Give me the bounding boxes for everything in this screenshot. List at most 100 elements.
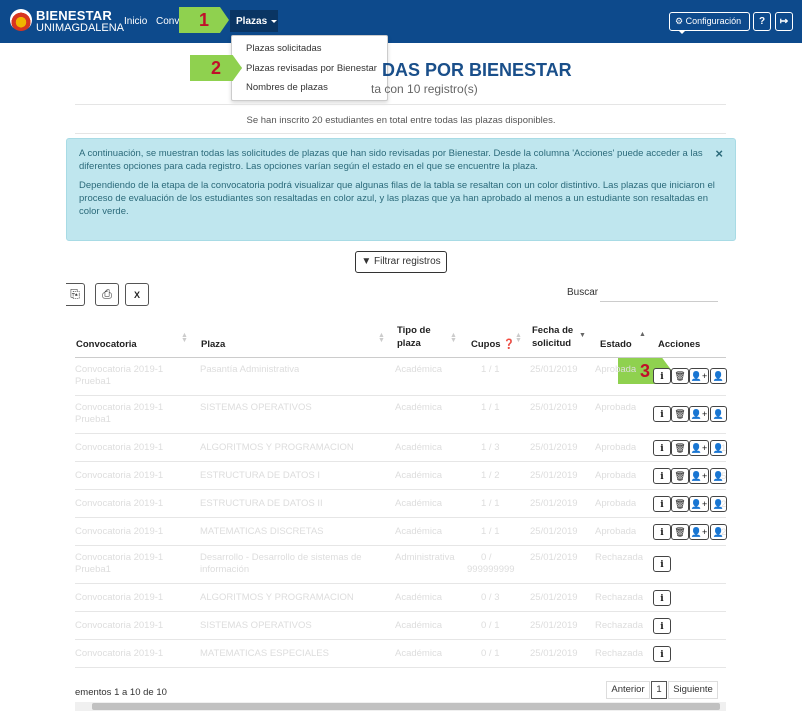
cell-user-count: 2 — [721, 499, 727, 510]
delete-button[interactable]: 🗑 — [671, 368, 689, 384]
info-icon: i — [660, 472, 664, 482]
nav-link-convocatorias[interactable]: Conv — [156, 16, 179, 27]
info-button[interactable]: i — [653, 590, 671, 606]
user-plus-icon: 👤+ — [690, 371, 708, 381]
cell-cupos: 0 / 1 — [481, 620, 500, 631]
nav-link-inicio[interactable]: Inicio — [124, 16, 147, 27]
info-button[interactable]: i — [653, 524, 671, 540]
print-button[interactable]: ⎙ — [95, 283, 119, 306]
cell-tipo: Académica — [395, 526, 442, 537]
info-button[interactable]: i — [653, 646, 671, 662]
delete-button[interactable]: 🗑 — [671, 468, 689, 484]
info-button[interactable]: i — [653, 468, 671, 484]
question-circle-icon: ❓ — [503, 339, 516, 350]
col-plaza[interactable]: Plaza — [201, 338, 225, 351]
filter-icon: ▼ — [361, 256, 372, 267]
cell-cupos: 1 / 1 — [481, 526, 500, 537]
table-row: Convocatoria 2019-1 ESTRUCTURA DE DATOS I… — [75, 462, 727, 490]
cell-plaza: MATEMATICAS DISCRETAS — [200, 526, 324, 537]
cell-cupos: 1 / 2 — [481, 470, 500, 481]
close-icon[interactable]: × — [715, 147, 723, 160]
add-user-button[interactable]: 👤+ — [689, 496, 709, 512]
col-tipo-plaza[interactable]: Tipo de plaza — [397, 324, 431, 350]
page-subtitle: ta con 10 registro(s) — [371, 82, 478, 96]
filter-button[interactable]: ▼ Filtrar registros — [355, 251, 447, 273]
cell-fecha: 25/01/2019 — [530, 648, 578, 659]
cell-cupos: 1 / 1 — [481, 402, 500, 413]
divider — [75, 104, 726, 105]
filter-label: Filtrar registros — [374, 256, 441, 267]
info-icon: i — [660, 528, 664, 538]
cell-fecha: 25/01/2019 — [530, 498, 578, 509]
add-user-button[interactable]: 👤+ — [689, 440, 709, 456]
cell-plaza: ALGORITMOS Y PROGRAMACION — [200, 442, 354, 453]
cell-plaza: SISTEMAS OPERATIVOS — [200, 620, 312, 631]
user-button[interactable]: 👤 — [710, 368, 727, 384]
col-cupos[interactable]: Cupos ❓ — [471, 338, 515, 351]
info-button[interactable]: i — [653, 618, 671, 634]
info-button[interactable]: i — [653, 406, 671, 422]
cell-estado: Aprobada — [595, 526, 637, 537]
cell-cupos: 1 / 3 — [481, 442, 500, 453]
delete-button[interactable]: 🗑 — [671, 524, 689, 540]
add-user-button[interactable]: 👤+ — [689, 524, 709, 540]
alert-paragraph-1: A continuación, se muestran todas las so… — [79, 148, 703, 172]
copy-button[interactable]: ⎘ — [66, 283, 85, 306]
page-1-button[interactable]: 1 — [651, 681, 667, 699]
info-icon: i — [660, 622, 664, 632]
add-user-button[interactable]: 👤+ — [689, 468, 709, 484]
add-user-button[interactable]: 👤+ — [689, 368, 709, 384]
delete-button[interactable]: 🗑 — [671, 496, 689, 512]
config-label: Configuración — [685, 16, 742, 26]
info-button[interactable]: i — [653, 368, 671, 384]
next-page-button[interactable]: Siguiente — [668, 681, 718, 699]
scrollbar-thumb[interactable] — [92, 703, 720, 710]
unimagdalena-logo-icon[interactable] — [10, 9, 32, 31]
add-user-button[interactable]: 👤+ — [689, 406, 709, 422]
info-button[interactable]: i — [653, 556, 671, 572]
callout-2: 2 — [190, 55, 242, 81]
cell-cupos-line2: 999999999 — [467, 564, 515, 575]
cell-tipo: Académica — [395, 498, 442, 509]
gear-icon: ⚙ — [675, 16, 684, 26]
info-button[interactable]: i — [653, 440, 671, 456]
menu-item-plazas-solicitadas[interactable]: Plazas solicitadas — [246, 43, 322, 54]
user-button[interactable]: 👤 — [710, 406, 727, 422]
cell-user-count: 5 — [721, 471, 727, 482]
user-icon: 👤 — [712, 409, 725, 419]
help-button[interactable]: ? — [753, 12, 771, 31]
info-button[interactable]: i — [653, 496, 671, 512]
table-row: Convocatoria 2019-1 ALGORITMOS Y PROGRAMA… — [75, 434, 727, 462]
cell-tipo: Académica — [395, 402, 442, 413]
cell-fecha: 25/01/2019 — [530, 526, 578, 537]
brand-title[interactable]: BIENESTAR — [36, 8, 112, 23]
sort-icon: ▲ ▼ — [450, 332, 457, 344]
cell-plaza: ESTRUCTURA DE DATOS I — [200, 470, 320, 481]
prev-page-button[interactable]: Anterior — [606, 681, 650, 699]
caret-down-icon — [679, 31, 685, 35]
sort-icon: ▲ ▼ — [515, 332, 522, 344]
cell-convocatoria-line2: Prueba1 — [75, 564, 111, 575]
search-input[interactable] — [600, 301, 718, 302]
menu-item-plazas-revisadas[interactable]: Plazas revisadas por Bienestar — [246, 63, 377, 74]
cell-estado: Aprobada — [595, 498, 637, 509]
menu-item-nombres-plazas[interactable]: Nombres de plazas — [246, 82, 328, 93]
excel-icon: X — [133, 290, 140, 300]
delete-button[interactable]: 🗑 — [671, 406, 689, 422]
excel-button[interactable]: X — [125, 283, 149, 306]
nav-plazas-dropdown[interactable]: Plazas — [230, 10, 278, 32]
logout-button[interactable]: ↦ — [775, 12, 793, 31]
col-estado[interactable]: Estado — [600, 338, 632, 351]
table-row: Convocatoria 2019-1 ESTRUCTURA DE DATOS I… — [75, 490, 727, 518]
col-convocatoria[interactable]: Convocatoria — [76, 338, 137, 351]
cell-convocatoria: Convocatoria 2019-1 — [75, 620, 164, 631]
config-button[interactable]: ⚙ Configuración — [669, 12, 750, 35]
cell-convocatoria-line2: Prueba1 — [75, 414, 111, 425]
sort-icon: ▲ ▼ — [181, 332, 188, 344]
cell-estado: Aprobada — [595, 470, 637, 481]
brand-subtitle[interactable]: UNIMAGDALENA — [36, 22, 124, 34]
delete-button[interactable]: 🗑 — [671, 440, 689, 456]
cell-fecha: 25/01/2019 — [530, 552, 578, 563]
col-fecha-solicitud[interactable]: Fecha de solicitud — [532, 324, 573, 350]
print-icon: ⎙ — [102, 287, 112, 301]
